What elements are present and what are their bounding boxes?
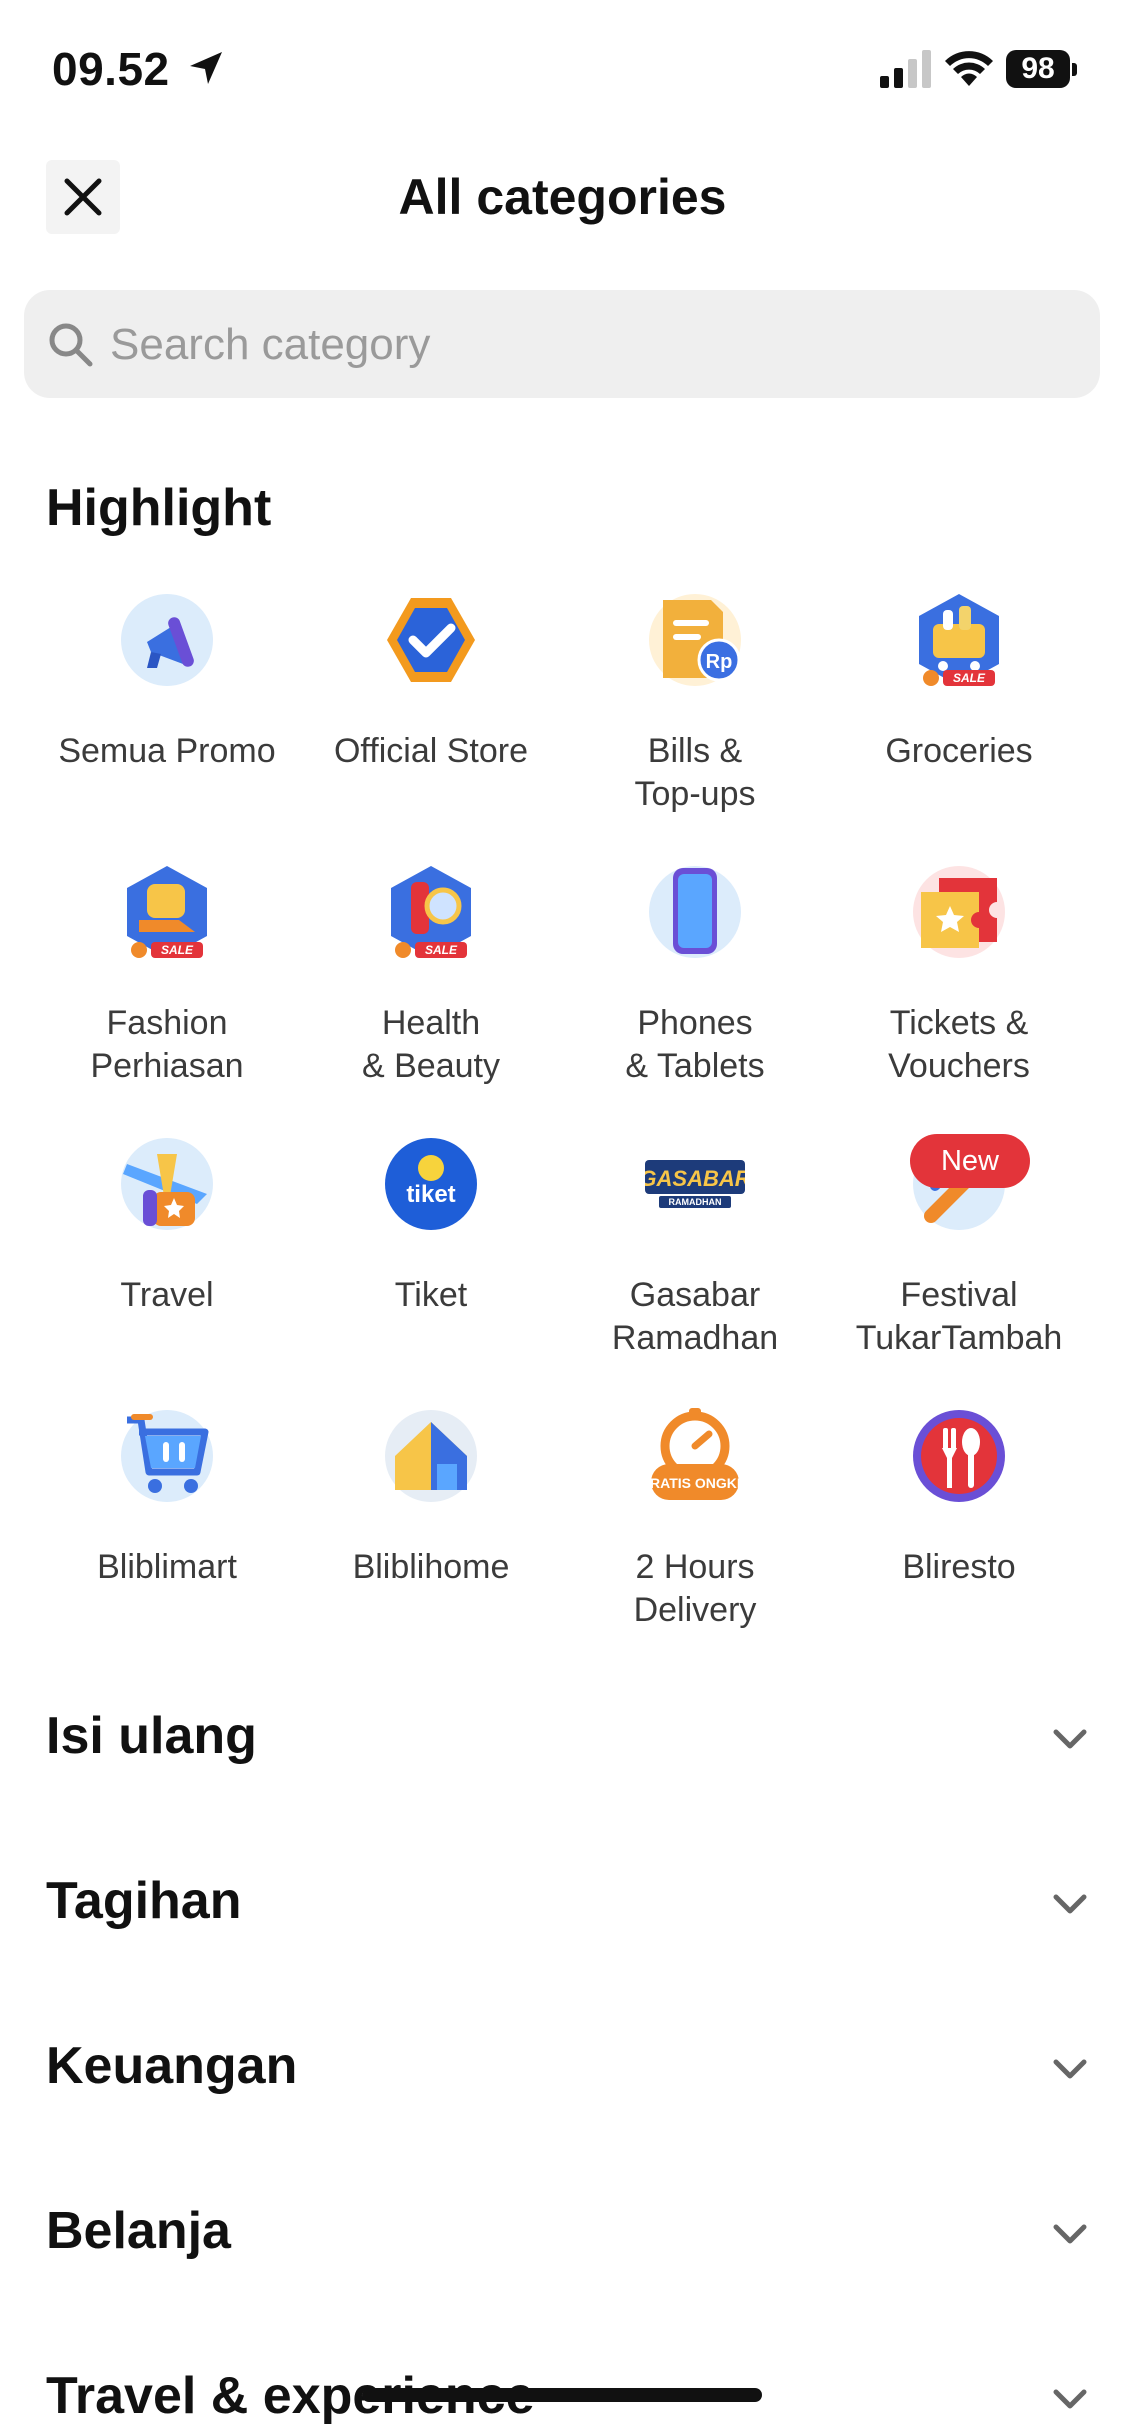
fork-spoon-icon — [913, 1410, 1005, 1502]
section-label: Keuangan — [46, 2037, 298, 2095]
category-label: Semua Promo — [58, 732, 276, 770]
status-time: 09.52 — [52, 43, 170, 95]
category-label: Official Store — [333, 732, 528, 770]
category-bliresto[interactable]: Bliresto — [827, 1406, 1091, 1666]
svg-text:tiket: tiket — [406, 1181, 455, 1208]
section-keuangan[interactable]: Keuangan — [0, 2008, 1125, 2128]
category-label: Bliblihome — [352, 1548, 510, 1586]
bill-rp-icon: Rp — [649, 594, 741, 686]
category-health-beauty[interactable]: SALE Health & Beauty — [299, 862, 563, 1122]
chevron-down-icon — [1053, 2059, 1087, 2079]
shopping-cart-icon — [121, 1410, 213, 1502]
category-label: Festival TukarTambah — [855, 1276, 1063, 1357]
svg-text:Rp: Rp — [706, 651, 733, 673]
category-label: Phones & Tablets — [625, 1004, 765, 1085]
category-label: Bills & Top-ups — [634, 732, 756, 813]
svg-text:SALE: SALE — [161, 943, 194, 957]
category-bliblihome[interactable]: Bliblihome — [299, 1406, 563, 1666]
megaphone-icon — [121, 594, 213, 686]
svg-text:GASABAR: GASABAR — [645, 1166, 745, 1191]
category-gasabar-ramadhan[interactable]: GASABAR RAMADHAN Gasabar Ramadhan — [563, 1134, 827, 1394]
category-tiket[interactable]: tiket Tiket — [299, 1134, 563, 1394]
category-groceries[interactable]: SALE Groceries — [827, 590, 1091, 850]
category-tickets-vouchers[interactable]: Tickets & Vouchers — [827, 862, 1091, 1122]
page-title: All categories — [398, 169, 727, 225]
category-label: 2 Hours Delivery — [633, 1548, 757, 1629]
gasabar-ramadhan-logo-icon: GASABAR RAMADHAN — [645, 1160, 745, 1208]
category-travel[interactable]: Travel — [35, 1134, 299, 1394]
section-label: Isi ulang — [46, 1707, 257, 1765]
category-label: Tiket — [394, 1276, 468, 1314]
official-store-check-icon — [387, 598, 475, 682]
section-tagihan[interactable]: Tagihan — [0, 1843, 1125, 1963]
new-badge: New — [910, 1134, 1030, 1188]
section-travel-experience[interactable]: Travel & experience — [0, 2338, 1125, 2436]
fashion-shoe-bag-icon: SALE — [127, 866, 207, 958]
gratis-ongkir-icon: GRATIS ONGKIR — [645, 1408, 745, 1500]
house-icon — [385, 1410, 477, 1502]
category-label: Groceries — [885, 732, 1033, 770]
section-isi-ulang[interactable]: Isi ulang — [0, 1678, 1125, 1798]
status-bar: 09.52 98 — [0, 0, 1125, 140]
category-label: Health & Beauty — [362, 1004, 500, 1085]
search-bar[interactable] — [24, 290, 1100, 400]
highlight-heading: Highlight — [46, 479, 272, 537]
category-label: Bliresto — [902, 1548, 1016, 1586]
category-fashion-perhiasan[interactable]: SALE Fashion Perhiasan — [35, 862, 299, 1122]
section-label: Belanja — [46, 2202, 231, 2260]
category-label: Gasabar Ramadhan — [611, 1276, 779, 1357]
chevron-down-icon — [1053, 1729, 1087, 1749]
category-bliblimart[interactable]: Bliblimart — [35, 1406, 299, 1666]
category-bills-topups[interactable]: Rp Bills & Top-ups — [563, 590, 827, 850]
chevron-down-icon — [1053, 2389, 1087, 2409]
search-icon — [49, 323, 93, 367]
tiket-logo-icon: tiket — [385, 1138, 477, 1230]
category-2-hours-delivery[interactable]: GRATIS ONGKIR 2 Hours Delivery — [563, 1406, 827, 1666]
grocery-basket-icon: SALE — [919, 594, 999, 686]
location-arrow-icon — [190, 52, 222, 84]
section-belanja[interactable]: Belanja — [0, 2173, 1125, 2293]
home-indicator[interactable] — [362, 2388, 762, 2402]
svg-text:GRATIS ONGKIR: GRATIS ONGKIR — [645, 1475, 745, 1491]
category-official-store[interactable]: Official Store — [299, 590, 563, 850]
wifi-icon — [945, 51, 993, 86]
section-label: Tagihan — [46, 1872, 242, 1930]
category-label: Bliblimart — [97, 1548, 237, 1586]
battery-indicator: 98 — [1006, 50, 1078, 88]
category-semua-promo[interactable]: Semua Promo — [35, 590, 299, 850]
plane-icon — [121, 1138, 213, 1230]
svg-text:RAMADHAN: RAMADHAN — [669, 1197, 722, 1207]
category-label: Tickets & Vouchers — [888, 1004, 1030, 1085]
svg-text:SALE: SALE — [953, 671, 986, 685]
chevron-down-icon — [1053, 1894, 1087, 1914]
category-phones-tablets[interactable]: Phones & Tablets — [563, 862, 827, 1122]
chevron-down-icon — [1053, 2224, 1087, 2244]
search-input[interactable] — [108, 290, 1072, 400]
battery-level: 98 — [1006, 50, 1070, 88]
category-label: Fashion Perhiasan — [90, 1004, 244, 1085]
phone-icon — [649, 866, 741, 958]
category-label: Travel — [120, 1276, 214, 1314]
cellular-signal-icon — [880, 50, 931, 88]
ticket-voucher-icon — [913, 866, 1005, 958]
svg-text:SALE: SALE — [425, 943, 458, 957]
health-beauty-icon: SALE — [391, 866, 471, 958]
